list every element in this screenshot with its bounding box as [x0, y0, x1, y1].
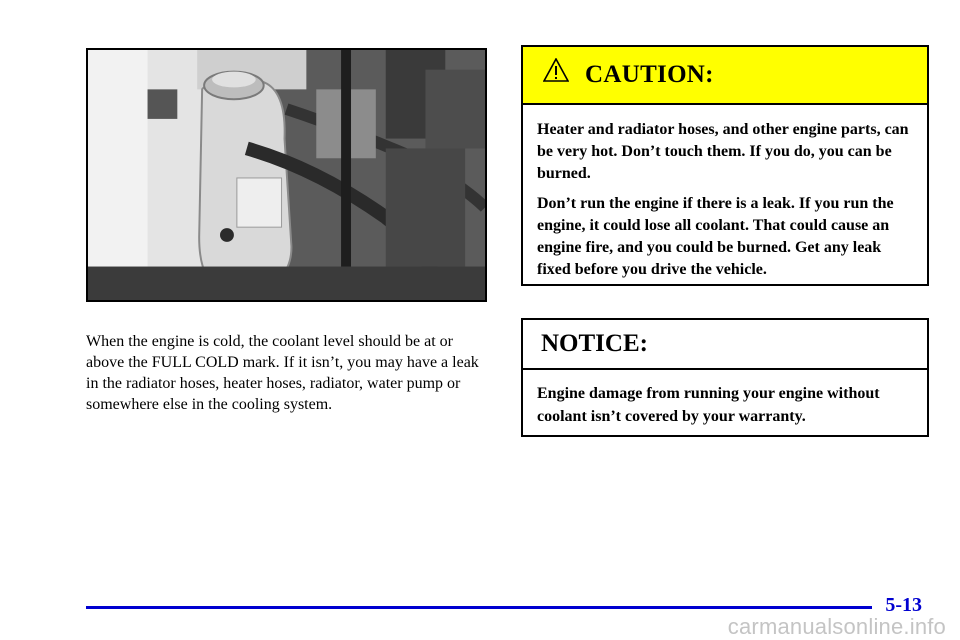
engine-photo: [86, 48, 487, 302]
caution-paragraph: Heater and radiator hoses, and other eng…: [537, 121, 909, 182]
notice-text: Engine damage from running your engine w…: [537, 385, 880, 425]
caution-header: CAUTION:: [523, 47, 927, 105]
watermark: carmanualsonline.info: [727, 614, 946, 639]
notice-body: Engine damage from running your engine w…: [523, 370, 927, 428]
engine-bay-illustration: [88, 50, 485, 300]
caution-body: Heater and radiator hoses, and other eng…: [523, 105, 927, 281]
coolant-level-paragraph: When the engine is cold, the coolant lev…: [86, 333, 479, 413]
caution-paragraph: Don’t run the engine if there is a leak.…: [537, 195, 894, 278]
notice-header: NOTICE:: [523, 320, 927, 370]
caution-title: CAUTION:: [585, 61, 714, 88]
footer-rule: [86, 606, 872, 609]
notice-box: NOTICE: Engine damage from running your …: [521, 318, 929, 437]
caution-box: CAUTION: Heater and radiator hoses, and …: [521, 45, 929, 286]
notice-title: NOTICE:: [541, 330, 648, 357]
warning-triangle-icon: [543, 58, 569, 82]
